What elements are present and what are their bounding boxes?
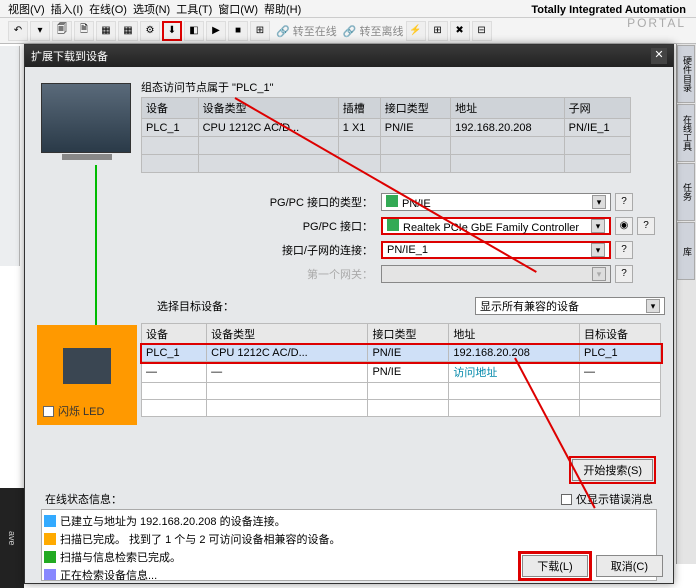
- tgt-th-iftype: 接口类型: [368, 324, 449, 345]
- tb-h[interactable]: ⊞: [250, 21, 270, 41]
- rail-hw-catalog[interactable]: 硬件目录: [677, 45, 695, 103]
- log-line: 已建立与地址为 192.168.20.208 的设备连接。: [60, 513, 286, 529]
- tb-online-label[interactable]: 🔗 转至在线: [276, 23, 337, 39]
- menu-tools[interactable]: 工具(T): [176, 1, 212, 17]
- nic-icon: [387, 219, 399, 231]
- rail-library[interactable]: 库: [677, 222, 695, 280]
- brand-label: Totally Integrated Automation PORTAL: [531, 4, 686, 30]
- target-filter-select[interactable]: 显示所有兼容的设备 ▾: [475, 297, 665, 315]
- tgt-th-type: 设备类型: [207, 324, 368, 345]
- tb-l[interactable]: ⊟: [472, 21, 492, 41]
- menu-insert[interactable]: 插入(I): [51, 1, 83, 17]
- search-icon: [44, 569, 56, 581]
- chevron-down-icon[interactable]: ▾: [646, 299, 660, 313]
- download-button[interactable]: 下载(L): [522, 555, 587, 577]
- cancel-button[interactable]: 取消(C): [596, 555, 663, 577]
- menu-online[interactable]: 在线(O): [89, 1, 127, 17]
- chevron-down-icon: ▾: [592, 267, 606, 281]
- tb-j[interactable]: ⊞: [428, 21, 448, 41]
- flash-led-checkbox[interactable]: 闪烁 LED: [43, 403, 104, 419]
- only-errors-checkbox[interactable]: 仅显示错误消息: [561, 491, 653, 507]
- pgif-help[interactable]: ?: [637, 217, 655, 235]
- tb-k[interactable]: ✖: [450, 21, 470, 41]
- status-label: 在线状态信息：: [45, 491, 122, 507]
- log-line: 扫描已完成。 找到了 1 个与 2 可访问设备相兼容的设备。: [60, 531, 341, 547]
- target-row-access[interactable]: — — PN/IE 访问地址 —: [142, 362, 661, 383]
- cfg-row[interactable]: PLC_1 CPU 1212C AC/D... 1 X1 PN/IE 192.1…: [142, 119, 631, 137]
- pgif-label: PG/PC 接口：: [263, 218, 373, 234]
- cfg-table: 设备 设备类型 插槽 接口类型 地址 子网 PLC_1 CPU 1212C AC…: [141, 97, 631, 173]
- chevron-down-icon[interactable]: ▾: [591, 243, 605, 257]
- dialog-title: 扩展下载到设备: [31, 48, 108, 64]
- menu-view[interactable]: 视图(V): [8, 1, 45, 17]
- download-dialog: 扩展下载到设备 ✕ 组态访问节点属于 "PLC_1" 设备 设备类型 插槽 接口…: [24, 44, 674, 584]
- menu-options[interactable]: 选项(N): [133, 1, 170, 17]
- bottom-dark-panel: ave: [0, 488, 24, 588]
- gateway-help: ?: [615, 265, 633, 283]
- checkbox-icon[interactable]: [43, 406, 54, 417]
- tgt-th-device: 设备: [142, 324, 207, 345]
- tb-f[interactable]: ▶: [206, 21, 226, 41]
- tb-b[interactable]: 🗎: [74, 21, 94, 41]
- checkbox-icon[interactable]: [561, 494, 572, 505]
- tgt-th-addr: 地址: [449, 324, 580, 345]
- gateway-label: 第一个网关：: [263, 266, 373, 282]
- select-target-label: 选择目标设备：: [157, 298, 234, 314]
- rail-tasks[interactable]: 任务: [677, 163, 695, 221]
- gateway-select: ▾: [381, 265, 611, 283]
- tb-g[interactable]: ■: [228, 21, 248, 41]
- tb-undo[interactable]: ↶: [8, 21, 28, 41]
- info-icon: [44, 533, 56, 545]
- menu-help[interactable]: 帮助(H): [264, 1, 301, 17]
- tb-offline-label[interactable]: 🔗 转至离线: [343, 23, 404, 39]
- menu-window[interactable]: 窗口(W): [218, 1, 258, 17]
- tb-download[interactable]: ⬇: [162, 21, 182, 41]
- pgif-type-label: PG/PC 接口的类型：: [263, 194, 373, 210]
- tb-d[interactable]: ▦: [118, 21, 138, 41]
- tb-a[interactable]: 🗐: [52, 21, 72, 41]
- tb-c[interactable]: ▦: [96, 21, 116, 41]
- tb-compile[interactable]: ⚙: [140, 21, 160, 41]
- pnie-icon: [386, 195, 398, 207]
- pgif-select[interactable]: Realtek PCIe GbE Family Controller ▾: [381, 217, 611, 235]
- subnet-help[interactable]: ?: [615, 241, 633, 259]
- cfg-th-addr: 地址: [451, 98, 564, 119]
- target-row-selected[interactable]: PLC_1 CPU 1212C AC/D... PN/IE 192.168.20…: [142, 345, 661, 362]
- link-icon: [44, 515, 56, 527]
- close-icon[interactable]: ✕: [651, 48, 667, 64]
- chevron-down-icon[interactable]: ▾: [591, 219, 605, 233]
- start-search-button[interactable]: 开始搜索(S): [572, 459, 653, 481]
- tb-redo[interactable]: ▾: [30, 21, 50, 41]
- pgif-config[interactable]: ◉: [615, 217, 633, 235]
- rail-online-tools[interactable]: 在线工具: [677, 104, 695, 162]
- subnet-conn-label: 接口/子网的连接：: [263, 242, 373, 258]
- tb-i[interactable]: ⚡: [406, 21, 426, 41]
- cfg-group-label: 组态访问节点属于 "PLC_1": [141, 79, 665, 95]
- pgif-type-help[interactable]: ?: [615, 193, 633, 211]
- cfg-th-subnet: 子网: [564, 98, 630, 119]
- chevron-down-icon[interactable]: ▾: [592, 195, 606, 209]
- cfg-th-iftype: 接口类型: [380, 98, 450, 119]
- log-line: 扫描与信息检索已完成。: [60, 549, 181, 565]
- left-sidepanel: [0, 46, 20, 266]
- target-device-image: 闪烁 LED: [37, 325, 137, 425]
- ok-icon: [44, 551, 56, 563]
- plc-icon: [63, 348, 111, 384]
- cfg-th-slot: 插槽: [338, 98, 380, 119]
- target-table: 设备 设备类型 接口类型 地址 目标设备 PLC_1 CPU 1212C AC/…: [141, 323, 661, 417]
- tgt-th-target: 目标设备: [580, 324, 661, 345]
- cfg-th-device: 设备: [142, 98, 199, 119]
- right-rail: 硬件目录 在线工具 任务 库: [676, 44, 696, 564]
- dialog-titlebar: 扩展下载到设备 ✕: [25, 45, 673, 67]
- pc-icon: [41, 83, 131, 153]
- log-line: 正在检索设备信息...: [60, 567, 157, 581]
- tb-e[interactable]: ◧: [184, 21, 204, 41]
